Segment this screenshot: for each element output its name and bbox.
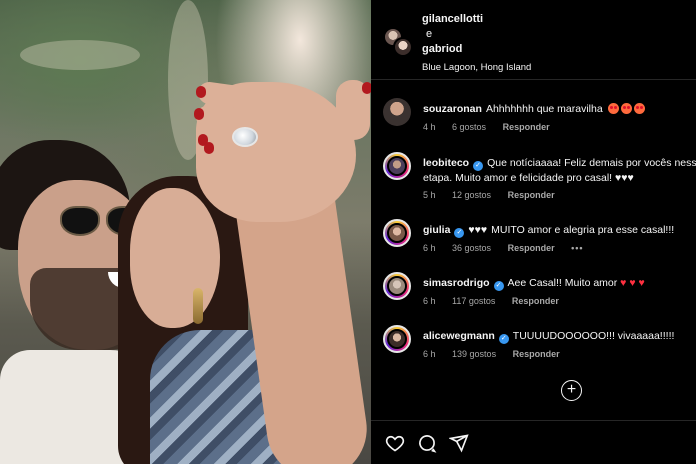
heart-icon[interactable] (385, 433, 405, 453)
coauthor-username[interactable]: gabriod (422, 42, 531, 57)
comment-content: Aee Casal!! Muito amor (507, 277, 618, 289)
comment-meta: 6 h 139 gostos Responder (423, 349, 574, 359)
comment-time: 5 h (423, 190, 436, 200)
comment-text: leobiteco ✓ Que notíciaaaa! Feliz demais p… (423, 156, 696, 185)
reply-button[interactable]: Responder (512, 296, 559, 306)
comment-likes[interactable]: 12 gostos (452, 190, 491, 200)
comment-meta: 4 h 6 gostos Responder (423, 122, 564, 132)
comment-likes[interactable]: 117 gostos (452, 296, 495, 306)
avatar[interactable] (383, 98, 411, 126)
avatar[interactable] (383, 219, 411, 247)
comment-likes[interactable]: 36 gostos (452, 243, 491, 253)
comment-time: 4 h (423, 122, 436, 132)
comment-likes[interactable]: 139 gostos (452, 349, 496, 359)
red-heart-emoji-icon: ♥ ♥ ♥ (620, 277, 645, 289)
more-options-icon[interactable]: ••• (571, 243, 583, 253)
comment-meta: 6 h 36 gostos Responder ••• (423, 243, 598, 253)
comment-text: simasrodrigo ✓ Aee Casal!! Muito amor ♥ ♥ … (423, 276, 696, 291)
action-bar (371, 420, 696, 464)
comment-username[interactable]: leobiteco (423, 157, 469, 169)
conjunction: e (426, 28, 433, 40)
comment-time: 6 h (423, 296, 436, 306)
nail (204, 142, 214, 154)
comment-text: souzaronan Ahhhhhhh que maravilha (423, 102, 696, 116)
nail (194, 108, 204, 120)
comment-likes[interactable]: 6 gostos (452, 122, 486, 132)
reply-button[interactable]: Responder (513, 349, 560, 359)
earring (193, 288, 203, 324)
comment-username[interactable]: souzaronan (423, 103, 482, 115)
avatar[interactable] (393, 37, 413, 57)
reply-button[interactable]: Responder (508, 190, 555, 200)
verified-badge-icon: ✓ (454, 228, 465, 238)
lens-left (60, 206, 100, 236)
comment-content: Ahhhhhhh que maravilha (485, 103, 603, 115)
comment-username[interactable]: giulia (423, 224, 450, 236)
header-text: gilancellotti e gabriod Blue Lagoon, Hon… (422, 12, 531, 75)
post-header: gilancellotti e gabriod Blue Lagoon, Hon… (371, 0, 696, 80)
engagement-ring (232, 127, 258, 147)
verified-badge-icon: ✓ (493, 281, 504, 291)
comment-content: TUUUUDOOOOOO!!! vivaaaaa!!!!! (512, 330, 675, 342)
verified-badge-icon: ✓ (498, 334, 509, 344)
avatar[interactable] (383, 152, 411, 180)
comment-username[interactable]: simasrodrigo (423, 277, 490, 289)
reply-button[interactable]: Responder (508, 243, 555, 253)
avatar[interactable] (383, 325, 411, 353)
comments-panel: gilancellotti e gabriod Blue Lagoon, Hon… (371, 0, 696, 464)
post-photo (0, 0, 371, 464)
comment-meta: 6 h 117 gostos Responder (423, 296, 573, 306)
comment-content: MUITO amor e alegria pra esse casal!!! (491, 224, 675, 236)
nail (196, 86, 206, 98)
collab-avatars[interactable] (383, 27, 413, 57)
avatar[interactable] (383, 272, 411, 300)
comment-text: giulia ✓ ♥♥♥ MUITO amor e alegria pra esse … (423, 223, 696, 238)
rock-texture (20, 40, 140, 70)
heart-eyes-emoji-icon (606, 103, 645, 115)
comment-meta: 5 h 12 gostos Responder (423, 190, 569, 200)
location-link[interactable]: Blue Lagoon, Hong Island (422, 60, 531, 75)
share-icon[interactable] (449, 433, 469, 453)
woman-face (130, 188, 220, 328)
plus-circle-icon[interactable]: + (561, 380, 582, 401)
author-username[interactable]: gilancellotti (422, 12, 531, 27)
comment-time: 6 h (423, 243, 436, 253)
comment-text: alicewegmann ✓ TUUUUDOOOOOO!!! vivaaaaa!!!… (423, 329, 696, 344)
comment-time: 6 h (423, 349, 436, 359)
nail (362, 82, 371, 94)
reply-button[interactable]: Responder (503, 122, 550, 132)
comment-username[interactable]: alicewegmann (423, 330, 495, 342)
hearts: ♥♥♥ (468, 224, 488, 236)
verified-badge-icon: ✓ (473, 161, 484, 171)
comment-icon[interactable] (417, 433, 437, 453)
